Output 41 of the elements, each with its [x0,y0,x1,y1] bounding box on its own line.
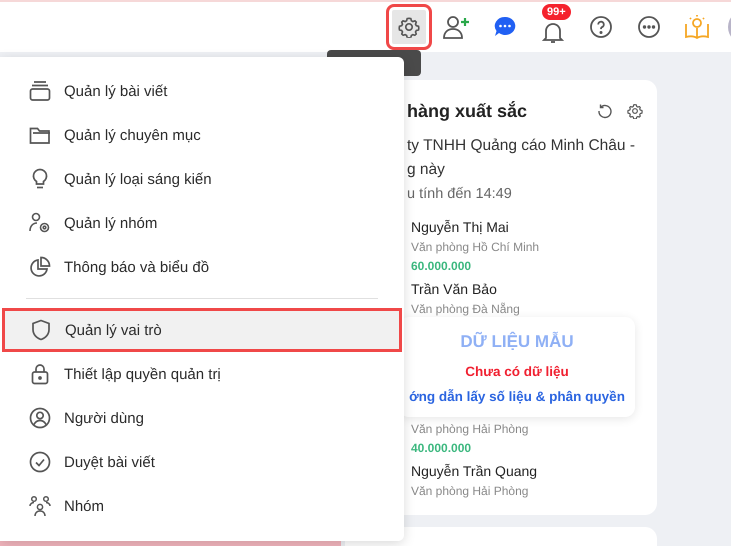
check-circle-icon [29,451,51,473]
menu-item[interactable]: Quản lý vai trò [2,308,402,352]
office-name: Văn phòng Hải Phòng [411,483,530,500]
updated-time: u tính đến 14:49 [407,185,513,204]
user-icon [29,407,51,429]
settings-icon[interactable] [627,103,643,119]
menu-item[interactable]: Quản lý nhóm [2,201,402,245]
refresh-icon[interactable] [597,103,613,119]
menu-item[interactable]: Thông báo và biểu đồ [2,245,402,289]
notification-badge: 99+ [542,4,571,20]
sample-data-title: DỮ LIỆU MẪU [460,332,574,352]
office-name: Văn phòng Hải Phòng [411,421,530,438]
office-name: Văn phòng Hồ Chí Minh [411,239,540,256]
card-description: ty TNHH Quảng cáo Minh Châu - [407,136,636,156]
lock-icon [29,363,51,385]
bell-icon [542,20,564,44]
shield-icon [30,319,52,341]
menu-item[interactable]: Nhóm [2,484,402,528]
no-data-message: Chưa có dữ liệu [465,364,569,379]
card-title: hàng xuất sắc [407,100,528,122]
settings-icon [398,16,420,38]
menu-item[interactable]: Quản lý chuyên mục [2,113,402,157]
employee-name: Nguyễn Thị Mai [411,218,510,237]
menu-item[interactable]: Quản lý loại sáng kiến [2,157,402,201]
menu-item[interactable]: Duyệt bài viết [2,440,402,484]
menu-item[interactable]: Người dùng [2,396,402,440]
settings-button[interactable] [392,10,426,44]
group-icon [29,495,51,517]
stack-icon [29,80,51,102]
guide-link[interactable]: ớng dẫn lấy số liệu & phân quyền [409,389,625,404]
user-settings-icon [29,212,51,234]
folder-icon [29,125,51,145]
pie-chart-icon [29,256,51,278]
card-description: g này [407,160,446,180]
amount: 40.000.000 [411,440,472,457]
amount: 60.000.000 [411,258,472,275]
menu-item[interactable]: Quản lý bài viết [2,69,402,113]
menu-item[interactable]: Thiết lập quyền quản trị [2,352,402,396]
employee-name: Trần Văn Bảo [411,280,498,299]
office-name: Văn phòng Đà Nẵng [411,301,521,318]
employee-name: Nguyễn Trần Quang [411,462,538,481]
